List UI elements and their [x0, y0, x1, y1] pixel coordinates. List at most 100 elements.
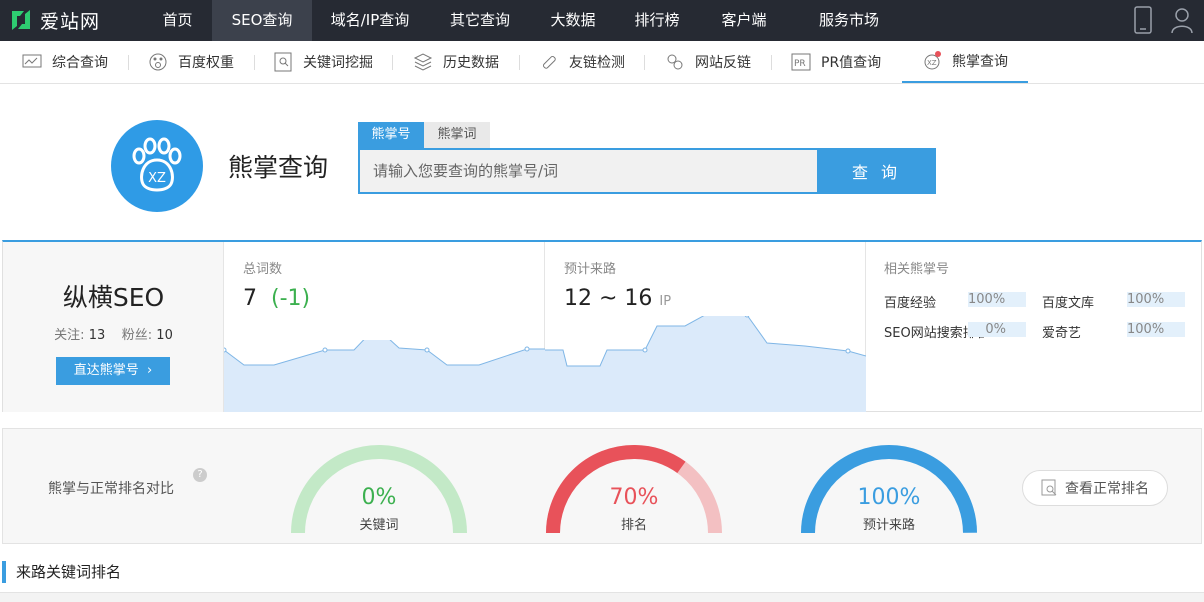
- subnav-pr[interactable]: PR PR值查询: [791, 41, 881, 83]
- search-doc-icon: [1041, 479, 1057, 496]
- fans-label: 粉丝:: [121, 328, 153, 343]
- gauge-percent: 100%: [857, 485, 921, 510]
- subnav-label: 历史数据: [443, 55, 499, 71]
- gauge-percent: 0%: [361, 485, 397, 510]
- related-pct: 100%: [1127, 292, 1185, 307]
- traffic-sparkline: [545, 316, 866, 412]
- related-item[interactable]: 爱奇艺: [1042, 322, 1081, 341]
- go-account-button[interactable]: 直达熊掌号 ›: [56, 357, 170, 385]
- subnav-label: 友链检测: [569, 55, 625, 71]
- subnav-label: 熊掌查询: [952, 54, 1008, 70]
- gauge-traffic: 100% 预计来路: [801, 443, 977, 543]
- view-normal-ranking-button[interactable]: 查看正常排名: [1022, 470, 1168, 506]
- gauge-label: 排名: [620, 518, 647, 533]
- subnav-label: 网站反链: [695, 55, 751, 71]
- subnav-label: PR值查询: [821, 55, 882, 71]
- profile-card: 纵横SEO 关注: 13 粉丝: 10 直达熊掌号 ›: [3, 242, 224, 412]
- traffic-unit: IP: [659, 294, 672, 309]
- page-title: 熊掌查询: [228, 153, 329, 182]
- compare-label: 熊掌与正常排名对比: [48, 481, 174, 497]
- follow-count: 13: [88, 328, 106, 343]
- user-icon[interactable]: [1170, 6, 1194, 34]
- related-pct: 100%: [1127, 322, 1185, 337]
- follow-label: 关注:: [54, 328, 85, 343]
- gauge-keywords: 0% 关键词: [291, 443, 467, 543]
- related-label: 相关熊掌号: [884, 262, 950, 277]
- related-item[interactable]: 百度经验: [884, 292, 936, 311]
- traffic-label: 预计来路: [564, 262, 617, 277]
- traffic-value: 12 ~ 16 IP: [564, 286, 671, 311]
- subnav-baidu-weight[interactable]: 百度权重: [148, 41, 234, 83]
- tab-xiongzhang-account[interactable]: 熊掌号: [358, 122, 424, 148]
- total-words-number: 7: [243, 286, 257, 311]
- monitor-icon: [22, 52, 42, 72]
- bear-paw-icon: XZ: [132, 137, 182, 192]
- account-name: 纵横SEO: [62, 283, 165, 312]
- fans-count: 10: [156, 328, 173, 343]
- subnav-friend-link[interactable]: 友链检测: [539, 41, 625, 83]
- logo-text: XZ: [148, 171, 166, 186]
- traffic-range: 12 ~ 16: [564, 286, 653, 311]
- subnav-overview[interactable]: 综合查询: [22, 41, 108, 83]
- gauge-label: 预计来路: [862, 518, 915, 533]
- gauge-ranking: 70% 排名: [546, 443, 722, 543]
- search-button[interactable]: 查 询: [817, 148, 936, 194]
- subnav-history[interactable]: 历史数据: [413, 41, 499, 83]
- mobile-icon[interactable]: [1133, 6, 1153, 34]
- view-normal-ranking-label: 查看正常排名: [1065, 481, 1149, 497]
- nav-home[interactable]: 首页: [143, 0, 212, 41]
- sub-nav: 综合查询 百度权重 关键词挖掘 历史数据 友链检测 网站反链 PR PR值查询 …: [0, 41, 1204, 84]
- divider: [519, 55, 520, 70]
- nav-domain-ip[interactable]: 域名/IP查询: [312, 0, 428, 41]
- nav-ranking[interactable]: 排行榜: [614, 0, 700, 41]
- gauge-label: 关键词: [359, 518, 399, 533]
- nav-seo[interactable]: SEO查询: [212, 0, 312, 41]
- subnav-label: 百度权重: [178, 55, 234, 71]
- total-words-sparkline: [224, 340, 545, 412]
- logo-icon: [12, 10, 30, 30]
- related-pct: 0%: [968, 322, 1026, 337]
- bear-paw-icon: XZ: [922, 51, 942, 71]
- divider: [254, 55, 255, 70]
- search-input[interactable]: [358, 148, 818, 194]
- related-item[interactable]: 百度文库: [1042, 292, 1094, 311]
- brand-name: 爱站网: [40, 10, 101, 33]
- help-icon[interactable]: ?: [193, 468, 207, 482]
- section-title: 来路关键词排名: [2, 561, 121, 583]
- total-words-value: 7 (-1): [243, 286, 310, 311]
- go-account-label: 直达熊掌号: [73, 363, 139, 378]
- total-words-label: 总词数: [243, 262, 283, 277]
- svg-text:XZ: XZ: [927, 59, 937, 67]
- related-accounts: 相关熊掌号 百度经验 100% 百度文库 100% SEO网站搜索排名 0% 爱…: [866, 242, 1201, 412]
- gauge-percent: 70%: [609, 485, 659, 510]
- nav-other[interactable]: 其它查询: [428, 0, 532, 41]
- tab-xiongzhang-word[interactable]: 熊掌词: [424, 122, 490, 148]
- search-doc-icon: [273, 52, 293, 72]
- divider: [128, 55, 129, 70]
- chevron-right-icon: ›: [142, 363, 153, 378]
- subnav-label: 关键词挖掘: [303, 55, 373, 71]
- xiongzhang-logo: XZ: [111, 120, 203, 212]
- nav-client[interactable]: 客户端: [700, 0, 788, 41]
- subnav-backlink[interactable]: 网站反链: [665, 41, 751, 83]
- divider: [644, 55, 645, 70]
- nav-bigdata[interactable]: 大数据: [532, 0, 614, 41]
- brand-logo[interactable]: 爱站网: [8, 6, 100, 34]
- subnav-keyword-mining[interactable]: 关键词挖掘: [273, 41, 373, 83]
- ranking-compare-panel: 熊掌与正常排名对比 ? 0% 关键词 70% 排名 100% 预计来路 查看正常…: [2, 428, 1202, 544]
- account-counts: 关注: 13 粉丝: 10: [3, 324, 224, 343]
- pr-icon: PR: [791, 52, 811, 72]
- paw-icon: [148, 52, 168, 72]
- nav-market[interactable]: 服务市场: [788, 0, 910, 41]
- link-icon: [539, 52, 559, 72]
- svg-text:PR: PR: [794, 59, 806, 69]
- table-header-strip: [0, 592, 1204, 602]
- related-pct: 100%: [968, 292, 1026, 307]
- chain-icon: [665, 52, 685, 72]
- divider: [771, 55, 772, 70]
- total-words-card: 总词数 7 (-1): [224, 242, 545, 412]
- top-nav: 爱站网 首页 SEO查询 域名/IP查询 其它查询 大数据 排行榜 客户端 服务…: [0, 0, 1204, 41]
- total-words-delta: (-1): [271, 286, 311, 311]
- subnav-xiongzhang[interactable]: XZ 熊掌查询: [902, 41, 1028, 83]
- layers-icon: [413, 52, 433, 72]
